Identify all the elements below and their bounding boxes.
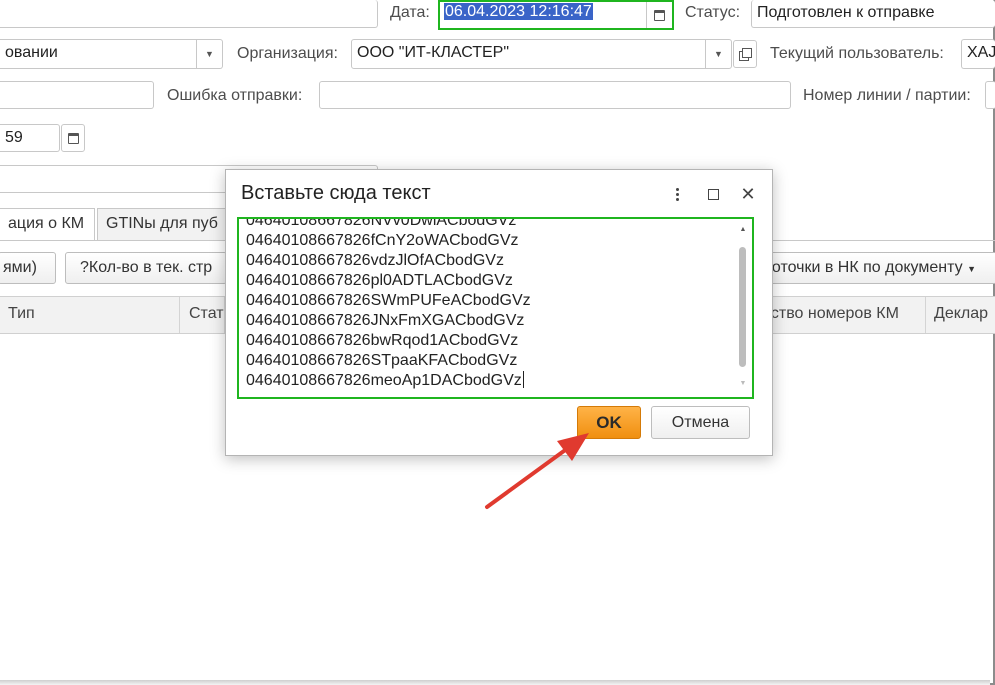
column-header-type[interactable]: Тип (0, 297, 180, 333)
text-line: 04640108667826JNxFmXGACbodGVz (246, 312, 525, 329)
status-value: Подготовлен к отправке (757, 4, 935, 21)
toolbar-button-qty[interactable]: ?Кол-во в тек. стр (65, 252, 227, 284)
row4-calendar-button[interactable] (61, 124, 85, 152)
chevron-down-icon: ▼ (714, 49, 723, 59)
text-line: 04640108667826fCnY2oWACbodGVz (246, 232, 519, 249)
tab-km-info[interactable]: ация о КМ (0, 208, 95, 240)
calendar-icon (654, 9, 665, 21)
text-line: 04640108667826vdzJlOfACbodGVz (246, 252, 504, 269)
org-dropdown-button[interactable]: ▼ (705, 40, 731, 68)
ok-button[interactable]: OK (577, 406, 641, 439)
text-line: 04640108667826pl0ADTLACbodGVz (246, 272, 513, 289)
text-line: 04640108667826STpaaKFACbodGVz (246, 352, 518, 369)
text-line: 04640108667826bwRqod1ACbodGVz (246, 332, 519, 349)
top-left-field[interactable] (0, 0, 378, 28)
error-field[interactable] (319, 81, 791, 109)
org-open-button[interactable] (733, 40, 757, 68)
row3-left-field[interactable] (0, 81, 154, 109)
paste-textarea[interactable]: 04640108667826NVv0DwiACbodGVz 0464010866… (237, 217, 754, 399)
maximize-button[interactable] (703, 184, 723, 204)
chevron-down-icon: ▼ (967, 264, 976, 274)
row4-field[interactable]: 59 (0, 124, 60, 152)
text-line: 04640108667826NVv0DwiACbodGVz (246, 217, 517, 229)
status-label: Статус: (685, 4, 741, 21)
text-line: 04640108667826meoAp1DACbodGVz (246, 372, 522, 389)
close-icon: ✕ (740, 184, 756, 204)
toolbar-button-label: ?Кол-во в тек. стр (80, 259, 213, 276)
more-menu-button[interactable] (667, 184, 687, 204)
basis-dropdown-button[interactable]: ▼ (196, 40, 222, 68)
textarea-lines: 04640108667826NVv0DwiACbodGVz 0464010866… (246, 217, 726, 391)
dialog-title: Вставьте сюда текст (241, 182, 431, 204)
text-caret (522, 371, 524, 388)
toolbar-button-label: роточки в НК по документу (763, 259, 963, 276)
date-calendar-button[interactable] (646, 2, 672, 28)
column-header-status[interactable]: Стат (181, 297, 225, 333)
org-label: Организация: (237, 45, 338, 62)
status-field[interactable]: Подготовлен к отправке (751, 0, 995, 28)
user-field[interactable]: ХАЈ (961, 39, 995, 69)
paste-text-dialog: Вставьте сюда текст ✕ 04640108667826NVv0… (225, 169, 773, 456)
user-label: Текущий пользователь: (770, 45, 944, 62)
date-value: 06.04.2023 12:16:47 (444, 3, 593, 20)
scroll-down-icon[interactable]: ▼ (738, 379, 748, 389)
textarea-scrollbar[interactable]: ▲ ▼ (738, 225, 748, 389)
line-label: Номер линии / партии: (803, 87, 971, 104)
scrollbar-thumb[interactable] (739, 247, 746, 367)
org-value: ООО "ИТ-КЛАСТЕР" (357, 44, 510, 61)
user-value: ХАЈ (967, 44, 995, 61)
date-label: Дата: (390, 4, 430, 21)
close-button[interactable]: ✕ (738, 184, 758, 204)
maximize-icon (707, 188, 719, 200)
toolbar-button-1[interactable]: ями) (0, 252, 56, 284)
date-field[interactable]: 06.04.2023 12:16:47 (438, 0, 674, 30)
basis-field[interactable]: овании ▼ (0, 39, 223, 69)
org-field[interactable]: ООО "ИТ-КЛАСТЕР" ▼ (351, 39, 732, 69)
basis-value: овании (5, 44, 58, 61)
toolbar-button-nk[interactable]: роточки в НК по документу ▼ (748, 252, 995, 284)
line-field[interactable] (985, 81, 995, 109)
open-icon (739, 48, 752, 61)
error-label: Ошибка отправки: (167, 87, 303, 104)
column-header-declaration[interactable]: Деклар (926, 297, 995, 333)
column-header-km-count[interactable]: ество номеров КМ (754, 297, 926, 333)
scroll-up-icon[interactable]: ▲ (738, 225, 748, 235)
chevron-down-icon: ▼ (205, 49, 214, 59)
kebab-icon (675, 187, 679, 201)
calendar-icon (67, 132, 79, 144)
tab-label: GTINы для пуб (106, 215, 218, 232)
toolbar-button-label: ями) (3, 259, 37, 276)
window-shadow (0, 680, 990, 685)
row4-value: 59 (5, 129, 23, 146)
tab-gtins[interactable]: GTINы для пуб (97, 208, 227, 240)
text-line: 04640108667826SWmPUFeACbodGVz (246, 292, 531, 309)
tab-label: ация о КМ (8, 215, 85, 232)
cancel-button[interactable]: Отмена (651, 406, 750, 439)
